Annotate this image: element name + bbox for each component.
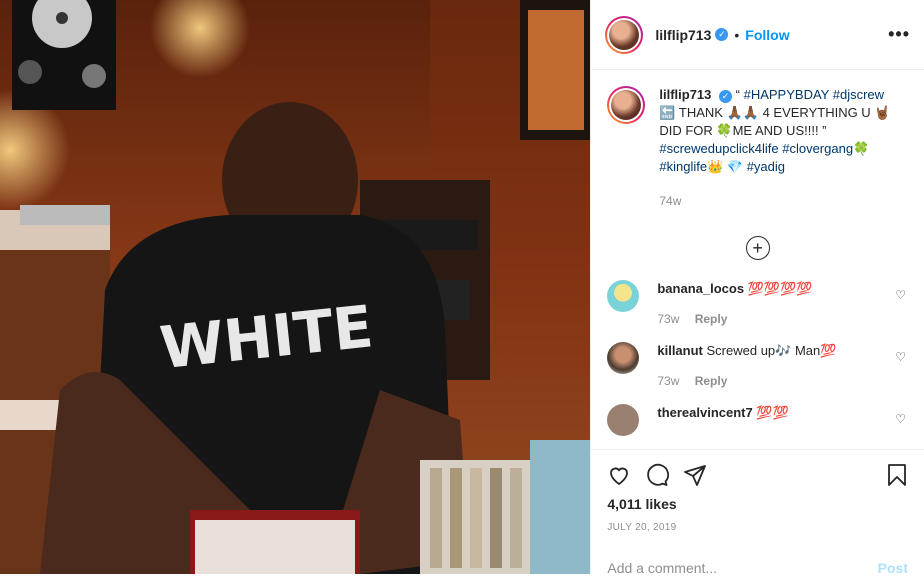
reply-button[interactable]: Reply (695, 374, 728, 388)
post-header: lilflip713 ✓ • Follow ••• (591, 0, 924, 70)
comment-text: 💯💯 (756, 405, 789, 420)
header-username[interactable]: lilflip713 (655, 27, 711, 43)
comment-like-heart-icon[interactable]: ♡ (895, 350, 906, 364)
comment-like-heart-icon[interactable]: ♡ (895, 288, 906, 302)
comment-time[interactable]: 73w (657, 374, 679, 388)
like-heart-icon[interactable] (607, 463, 631, 487)
caption-text-3: 🍀 (853, 141, 870, 156)
hashtag-djscrew[interactable]: #djscrew (833, 87, 884, 102)
hashtag-clovergang[interactable]: #clovergang (782, 141, 853, 156)
like-count[interactable]: 4,011 likes (607, 496, 908, 512)
photo-illustration: WHITE (0, 0, 591, 574)
comment-row: banana_locos 💯💯💯💯 73w Reply ♡ (607, 280, 908, 328)
hashtag-screwedupclick4life[interactable]: #screwedupclick4life (659, 141, 778, 156)
comment-avatar[interactable] (607, 404, 640, 436)
comment-time[interactable]: 73w (657, 312, 679, 326)
instagram-post: WHITE lilflip713 ✓ • Follow ••• lilflip7… (0, 0, 924, 576)
comment-avatar[interactable] (607, 280, 640, 312)
verified-badge-icon: ✓ (715, 28, 729, 41)
caption-avatar[interactable] (607, 86, 646, 124)
comment-bubble-icon[interactable] (645, 463, 670, 487)
caption-body: lilflip713 ✓ “ #HAPPYBDAY #djscrew 🔚 THA… (659, 86, 895, 210)
comment-row: killanut Screwed up🎶 Man💯 73w Reply ♡ (607, 342, 908, 390)
caption-username[interactable]: lilflip713 (659, 87, 711, 102)
caption: lilflip713 ✓ “ #HAPPYBDAY #djscrew 🔚 THA… (607, 86, 908, 210)
comment-username[interactable]: banana_locos (657, 281, 744, 296)
comment-avatar[interactable] (607, 342, 640, 374)
verified-badge-icon: ✓ (719, 89, 733, 103)
post-date[interactable]: JULY 20, 2019 (607, 522, 908, 533)
post-side-panel: lilflip713 ✓ • Follow ••• lilflip713 ✓ “… (590, 0, 924, 576)
hashtag-happybday[interactable]: #HAPPYBDAY (744, 87, 830, 102)
avatar-image (609, 19, 640, 50)
share-send-icon[interactable] (683, 463, 707, 487)
post-photo[interactable]: WHITE (0, 0, 591, 574)
separator-dot: • (734, 26, 740, 43)
comment-text: 💯💯💯💯 (747, 281, 813, 296)
hashtag-yadig[interactable]: #yadig (747, 159, 785, 174)
caption-text-4: 👑 💎 (707, 159, 744, 174)
comment-username[interactable]: therealvincent7 (657, 405, 752, 420)
comment-text: Screwed up🎶 Man💯 (706, 343, 837, 358)
post-actions: 4,011 likes JULY 20, 2019 (591, 449, 924, 533)
caption-text-2: 🔚 THANK 🙏🏾🙏🏾 4 EVERYTHING U 🤘🏾 DID FOR 🍀… (659, 105, 891, 138)
bookmark-save-icon[interactable] (886, 463, 908, 487)
follow-button[interactable]: Follow (745, 27, 789, 43)
more-options-icon[interactable]: ••• (888, 24, 910, 45)
caption-avatar-image (611, 90, 642, 120)
avatar[interactable] (605, 15, 644, 54)
comment-row: therealvincent7 💯💯 ♡ (607, 404, 908, 436)
hashtag-kinglife[interactable]: #kinglife (659, 159, 707, 174)
caption-text-1: “ (735, 87, 744, 102)
reply-button[interactable]: Reply (695, 312, 728, 326)
comments-section[interactable]: lilflip713 ✓ “ #HAPPYBDAY #djscrew 🔚 THA… (591, 70, 924, 450)
comment-like-heart-icon[interactable]: ♡ (895, 412, 906, 426)
comment-username[interactable]: killanut (657, 343, 703, 358)
load-more-comments-icon[interactable]: + (745, 236, 770, 260)
caption-timestamp[interactable]: 74w (659, 192, 895, 210)
